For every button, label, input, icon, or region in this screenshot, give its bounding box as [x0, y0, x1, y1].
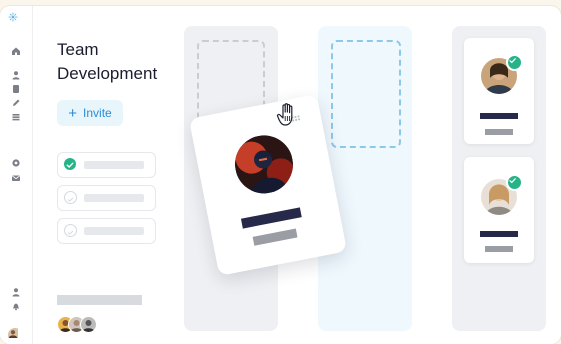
invite-button[interactable]: + Invite: [57, 100, 123, 126]
logo-icon: [8, 12, 24, 28]
name-placeholder: [240, 207, 302, 229]
task-placeholder: [84, 227, 144, 235]
person-icon[interactable]: [11, 287, 21, 297]
task-item[interactable]: [57, 152, 156, 178]
document-icon[interactable]: [11, 84, 21, 94]
name-placeholder: [480, 231, 518, 237]
mail-icon[interactable]: [11, 173, 21, 183]
name-placeholder: [480, 113, 518, 119]
member-card[interactable]: [464, 157, 534, 263]
list-icon[interactable]: [11, 112, 21, 122]
pen-icon[interactable]: [11, 98, 21, 108]
plus-icon: +: [68, 104, 78, 122]
home-icon[interactable]: [11, 46, 21, 56]
role-placeholder: [485, 246, 513, 252]
role-placeholder: [485, 129, 513, 135]
invite-label: Invite: [83, 106, 112, 120]
avatar[interactable]: [8, 328, 22, 342]
page-title: Team Development: [57, 40, 158, 83]
member-card[interactable]: [464, 38, 534, 144]
team-name-placeholder: [57, 295, 142, 305]
checkbox-icon[interactable]: [64, 191, 77, 204]
verified-icon: [506, 174, 523, 191]
task-item[interactable]: [57, 185, 156, 211]
check-icon[interactable]: [64, 158, 76, 170]
task-placeholder: [84, 161, 144, 169]
gear-icon[interactable]: [11, 158, 21, 168]
role-placeholder: [252, 228, 298, 246]
member-photo: [229, 130, 298, 199]
hand-cursor-icon: [276, 102, 300, 128]
task-item[interactable]: [57, 218, 156, 244]
user-icon[interactable]: [11, 70, 21, 80]
icon-rail: [0, 6, 33, 344]
bell-icon[interactable]: [11, 301, 21, 311]
drop-zone-active[interactable]: [331, 40, 401, 148]
member-avatar[interactable]: [80, 316, 97, 333]
checkbox-icon[interactable]: [64, 224, 77, 237]
verified-icon: [506, 54, 523, 71]
task-placeholder: [84, 194, 144, 202]
app-window: Team Development + Invite: [0, 6, 561, 344]
